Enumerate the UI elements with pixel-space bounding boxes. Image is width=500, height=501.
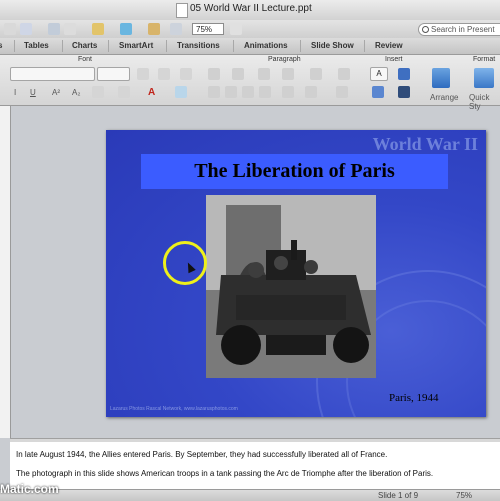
quick-styles-icon[interactable]: [474, 68, 494, 88]
font-size-select[interactable]: [97, 67, 130, 81]
arrange-icon[interactable]: [432, 68, 450, 88]
notes-line-2: The photograph in this slide shows Ameri…: [16, 469, 434, 478]
align-center-icon[interactable]: [225, 86, 237, 98]
text-effects-icon[interactable]: [175, 86, 187, 98]
increase-indent-icon[interactable]: [282, 68, 294, 80]
tab-tables[interactable]: Tables: [24, 41, 49, 50]
italic-icon[interactable]: I: [14, 88, 16, 97]
ribbon-tabs: s Tables Charts SmartArt Transitions Ani…: [0, 38, 500, 55]
search-input[interactable]: Search in Present: [418, 23, 500, 36]
slide-canvas[interactable]: World War II The Liberation of Paris Par…: [106, 130, 486, 417]
zoom-field[interactable]: 75%: [192, 23, 224, 35]
slide-watermark: World War II: [372, 134, 478, 154]
document-icon: [176, 3, 188, 18]
window-titlebar: 05 World War II Lecture.ppt: [0, 0, 500, 21]
window-title: 05 World War II Lecture.ppt: [190, 3, 312, 14]
bullets-icon[interactable]: [208, 68, 220, 80]
slide-title: The Liberation of Paris: [194, 160, 395, 182]
tab-home[interactable]: s: [0, 41, 2, 50]
change-case-icon[interactable]: [92, 86, 104, 98]
brand-watermark: Matic.com: [0, 482, 59, 496]
tab-animations[interactable]: Animations: [244, 41, 288, 50]
slide-position: Slide 1 of 9: [378, 491, 419, 500]
arrange-label[interactable]: Arrange: [430, 93, 458, 102]
align-right-icon[interactable]: [242, 86, 254, 98]
picture-icon[interactable]: [398, 68, 410, 80]
ribbon: Font Paragraph Insert Format I U A² A₂ A…: [0, 55, 500, 111]
align-text-icon[interactable]: [305, 86, 317, 98]
slide-title-box[interactable]: The Liberation of Paris: [141, 154, 448, 189]
undo-icon[interactable]: [92, 23, 104, 35]
search-placeholder: Search in Present: [431, 25, 495, 34]
clear-format-icon[interactable]: [180, 68, 192, 80]
notes-pane[interactable]: In late August 1944, the Allies entered …: [10, 442, 500, 489]
columns-icon[interactable]: [338, 68, 350, 80]
slide-photo[interactable]: [206, 195, 376, 378]
tab-transitions[interactable]: Transitions: [177, 41, 220, 50]
justify-icon[interactable]: [259, 86, 271, 98]
font-color-icon[interactable]: A: [148, 87, 155, 98]
format-group-label: Format: [473, 56, 496, 63]
insert-group-label: Insert: [385, 56, 403, 63]
open-icon[interactable]: [4, 23, 16, 35]
decrease-indent-icon[interactable]: [258, 68, 270, 80]
slides-pane[interactable]: [0, 106, 11, 438]
save-icon[interactable]: [20, 23, 32, 35]
search-icon: [422, 26, 429, 33]
tab-charts[interactable]: Charts: [72, 41, 97, 50]
text-box-icon[interactable]: A: [370, 67, 388, 81]
text-direction-icon[interactable]: [282, 86, 294, 98]
media-browser-icon[interactable]: [148, 23, 160, 35]
character-spacing-icon[interactable]: [118, 86, 130, 98]
font-name-select[interactable]: [10, 67, 95, 81]
tab-review[interactable]: Review: [375, 41, 403, 50]
print-icon[interactable]: [48, 23, 60, 35]
status-zoom[interactable]: 75%: [456, 491, 472, 500]
quick-styles-label[interactable]: Quick Sty: [469, 93, 500, 111]
redo-icon[interactable]: [120, 23, 132, 35]
notes-line-1: In late August 1944, the Allies entered …: [16, 450, 388, 459]
grow-font-icon[interactable]: [137, 68, 149, 80]
align-left-icon[interactable]: [208, 86, 220, 98]
status-bar: Slide 1 of 9 75%: [0, 489, 500, 501]
toolbox-icon[interactable]: [170, 23, 182, 35]
superscript-icon[interactable]: A²: [52, 88, 60, 97]
tab-slide-show[interactable]: Slide Show: [311, 41, 354, 50]
shrink-font-icon[interactable]: [158, 68, 170, 80]
paragraph-group-label: Paragraph: [268, 56, 301, 63]
slide-caption: Paris, 1944: [389, 392, 439, 404]
photo-tank: [206, 195, 376, 378]
line-spacing-icon[interactable]: [310, 68, 322, 80]
cut-icon[interactable]: [64, 23, 76, 35]
shape-icon[interactable]: [372, 86, 384, 98]
underline-icon[interactable]: U: [30, 88, 36, 97]
help-icon[interactable]: [230, 23, 242, 35]
standard-toolbar: 75% Search in Present: [0, 20, 500, 38]
photo-credit: Lazarus Photos Rascal Network, www.lazar…: [110, 406, 238, 412]
font-group-label: Font: [78, 56, 93, 63]
convert-smartart-icon[interactable]: [336, 86, 348, 98]
media-icon[interactable]: [398, 86, 410, 98]
tab-smartart[interactable]: SmartArt: [119, 41, 153, 50]
subscript-icon[interactable]: A₂: [72, 88, 80, 97]
numbering-icon[interactable]: [232, 68, 244, 80]
